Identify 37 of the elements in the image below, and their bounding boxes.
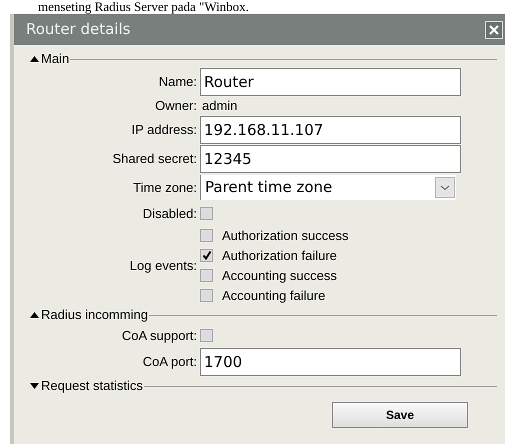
option-label: Authorization failure bbox=[222, 248, 337, 262]
field-label: CoA port: bbox=[142, 354, 198, 369]
save-button[interactable]: Save bbox=[332, 402, 468, 428]
field-label: Time zone: bbox=[132, 180, 198, 194]
field-label: Disabled: bbox=[142, 206, 198, 220]
input-field[interactable]: 192.168.11.107 bbox=[200, 116, 461, 144]
triangle-up-icon bbox=[30, 312, 39, 318]
section-toggle[interactable]: Request statistics bbox=[30, 376, 143, 396]
checkbox[interactable] bbox=[200, 288, 213, 302]
close-icon bbox=[489, 24, 499, 34]
checkbox[interactable] bbox=[200, 268, 213, 282]
checkbox[interactable] bbox=[200, 228, 213, 242]
triangle-up-icon bbox=[30, 56, 39, 62]
checkbox[interactable] bbox=[200, 248, 213, 262]
field-label: Name: bbox=[158, 74, 198, 89]
field-value: admin bbox=[201, 96, 238, 115]
section-toggle[interactable]: Main bbox=[30, 49, 70, 69]
chevron-down-icon bbox=[435, 176, 455, 198]
option-label: Accounting failure bbox=[222, 288, 326, 302]
field-label: IP address: bbox=[130, 122, 198, 137]
field-label: Owner: bbox=[154, 98, 198, 113]
option-label: Authorization success bbox=[222, 228, 348, 242]
input-field[interactable]: 12345 bbox=[200, 144, 461, 172]
dropdown[interactable]: Parent time zone bbox=[200, 174, 456, 200]
section-toggle[interactable]: Radius incomming bbox=[30, 305, 148, 325]
triangle-down-icon bbox=[30, 383, 39, 389]
window-title: Router details bbox=[26, 19, 130, 40]
input-field[interactable]: Router bbox=[200, 68, 461, 96]
checkbox[interactable] bbox=[200, 328, 213, 342]
option-label: Accounting success bbox=[222, 268, 337, 282]
field-label: Shared secret: bbox=[111, 151, 198, 166]
checkbox[interactable] bbox=[200, 206, 213, 220]
document-text: menseting Radius Server pada "Winbox. bbox=[38, 0, 249, 14]
field-label: CoA support: bbox=[120, 328, 198, 342]
input-field[interactable]: 1700 bbox=[200, 348, 461, 376]
close-button[interactable] bbox=[485, 20, 503, 38]
field-label: Log events: bbox=[128, 258, 198, 272]
